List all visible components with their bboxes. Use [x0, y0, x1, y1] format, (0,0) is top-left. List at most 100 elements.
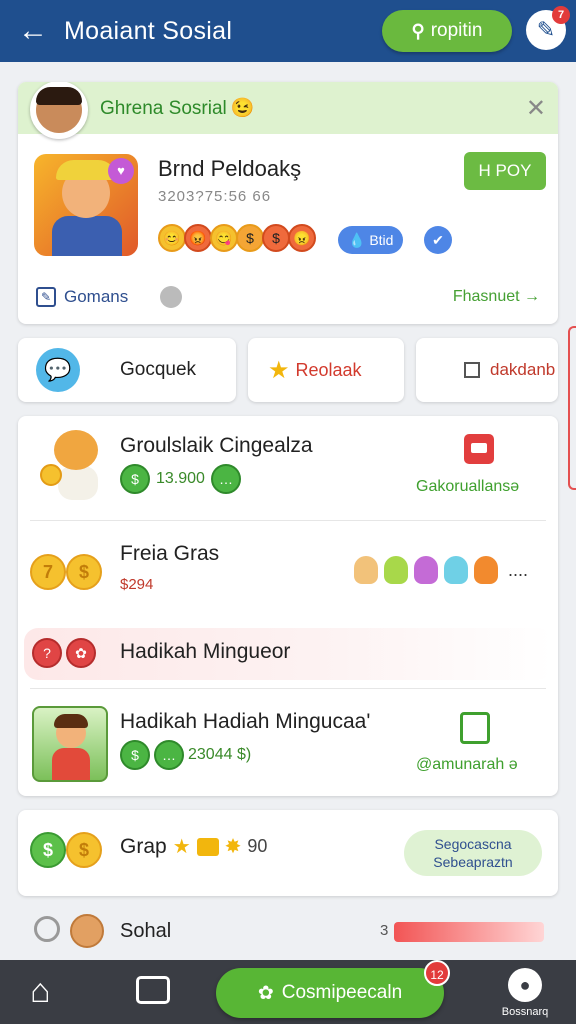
profile-header: Ghrena Sosrial 😉	[18, 82, 558, 139]
more-link[interactable]: Fhasnuet →	[453, 288, 540, 306]
home-icon[interactable]: ⌂	[30, 974, 51, 1008]
search-button-label: ropitin	[430, 20, 483, 41]
row-value: 23044 $)	[188, 746, 252, 763]
game-thumbnail[interactable]: ♥	[34, 154, 138, 256]
tab-star-label: Reolaak	[295, 359, 362, 380]
character-icon	[384, 556, 408, 584]
star-icon: ✸	[224, 836, 242, 858]
bear-character-icon	[40, 430, 104, 502]
avatar-face-icon	[36, 87, 82, 133]
money-icon: $	[120, 464, 150, 494]
search-icon: ⚲	[411, 20, 425, 41]
thumbs-up-icon[interactable]	[460, 712, 490, 744]
game-subtitle: 3203?75:56 66	[158, 188, 272, 205]
tab-star[interactable]: ★ Reolaak	[248, 338, 404, 402]
pen-icon: ✎	[536, 17, 556, 42]
row-link[interactable]: Gakoruallansə	[416, 478, 519, 496]
profile-label[interactable]: Bossnarq	[494, 1006, 556, 1018]
arrow-circle-icon[interactable]	[160, 286, 183, 308]
bottom-navigation: ⌂ ✿ Cosmipeecaln 12 ● Bossnarq	[0, 960, 576, 1024]
emoji-icon[interactable]: 😋	[210, 224, 238, 252]
banner-title: Hadikah Mingueor	[120, 640, 291, 663]
row-link[interactable]: @amunarah ə	[416, 756, 518, 774]
grap-value: 90	[247, 836, 268, 856]
search-button[interactable]: ⚲ ropitin	[382, 10, 512, 52]
profile-name: Ghrena Sosrial 😉	[100, 98, 255, 119]
row-title: Freia Gras	[120, 542, 220, 565]
verified-check-icon[interactable]: ✔	[424, 226, 452, 254]
emoji-reaction-row: 😊 😡 😋 $ $ 😠	[158, 224, 316, 252]
character-icon	[444, 556, 468, 584]
weekly-gift-banner[interactable]: ? ✿ Hadikah Mingueor	[24, 628, 552, 680]
edit-button[interactable]: ✎ 7	[526, 6, 570, 50]
back-arrow-icon[interactable]: ←	[16, 14, 50, 48]
emoji-icon[interactable]: 😠	[288, 224, 316, 252]
star-icon: ★	[172, 836, 191, 858]
emoji-icon[interactable]: $	[236, 224, 264, 252]
kid-character-thumbnail[interactable]	[32, 706, 108, 782]
character-icon	[474, 556, 498, 584]
gold-stack-icon	[196, 837, 219, 856]
row-value: $294	[120, 576, 154, 593]
profile-card: Ghrena Sosrial 😉 ✕ ♥ Brnd Peldoakş 3203?7…	[18, 82, 558, 324]
list-item[interactable]: Sohal 3	[18, 904, 558, 960]
close-icon[interactable]: ✕	[526, 94, 546, 123]
compose-button[interactable]: ✿ Cosmipeecaln 12	[216, 960, 450, 1018]
tv-icon[interactable]	[136, 976, 170, 1004]
grap-pill-button[interactable]: Segocascna Sebeapraztn	[404, 830, 542, 876]
gear-icon: ✿	[257, 982, 274, 1004]
star-icon: ★	[268, 356, 290, 384]
game-title: Brnd Peldoakş	[158, 156, 302, 181]
square-icon	[464, 362, 480, 378]
row-title: Hadikah Hadiah Mingucaa'	[120, 710, 371, 733]
avatar[interactable]	[30, 82, 88, 139]
chat-icon: …	[210, 464, 241, 494]
edit-square-icon: ✎	[36, 287, 56, 307]
heart-badge-icon: ♥	[108, 158, 134, 184]
wink-emoji-icon: 😉	[230, 98, 255, 119]
list-item[interactable]: 7 $ Freia Gras $294 ....	[18, 522, 558, 622]
profile-icon[interactable]: ●	[508, 968, 542, 1002]
grap-label: Grap	[120, 834, 167, 858]
emoji-icon[interactable]: 😡	[184, 224, 212, 252]
emoji-icon[interactable]: 😊	[158, 224, 186, 252]
red-coin-icon: ?	[32, 638, 62, 668]
progress-bar	[394, 922, 544, 942]
games-label: Gomans	[64, 287, 129, 306]
tab-chat[interactable]: 💬 Gocquek	[18, 338, 236, 402]
row-value: 13.900	[156, 470, 205, 487]
drop-pill-button[interactable]: 💧 Btid	[338, 226, 404, 254]
more-dots[interactable]: ....	[508, 560, 528, 581]
sohal-value: 3	[380, 922, 389, 939]
list-card: Groulslaik Cingealza $ 13.900 … Gakorual…	[18, 416, 558, 796]
compose-label: Cosmipeecaln	[281, 982, 403, 1003]
notification-badge: 7	[552, 6, 570, 24]
play-button[interactable]: H POY	[464, 152, 546, 190]
character-icon	[354, 556, 378, 584]
top-app-bar: ← Moaiant Sosial ⚲ ropitin ✎ 7	[0, 0, 576, 62]
games-link[interactable]: ✎ Gomans	[36, 286, 183, 308]
list-item[interactable]: Groulslaik Cingealza $ 13.900 … Gakorual…	[18, 416, 558, 520]
chat-icon: …	[154, 740, 184, 770]
red-coin-icon: ✿	[66, 638, 96, 668]
tab-chat-label: Gocquek	[120, 359, 197, 380]
row-title: Groulslaik Cingealza	[120, 434, 313, 457]
location-pin-icon	[34, 916, 60, 942]
sohal-label: Sohal	[120, 920, 172, 942]
gold-coin-icon: $	[66, 554, 102, 590]
emoji-icon[interactable]: $	[262, 224, 290, 252]
face-icon	[70, 914, 104, 948]
scroll-indicator	[568, 326, 576, 490]
gold-coin-icon: $	[66, 832, 102, 868]
tab-box-label: dakdanb	[490, 360, 556, 379]
character-icon	[414, 556, 438, 584]
page-title: Moaiant Sosial	[64, 16, 233, 45]
divider	[30, 688, 546, 689]
tab-box[interactable]: dakdanb	[416, 338, 558, 402]
gold-coin-icon: 7	[30, 554, 66, 590]
compose-badge: 12	[424, 960, 450, 986]
document-icon[interactable]	[464, 434, 494, 464]
grap-card[interactable]: $ $ Grap ★ ✸ 90 Segocascna Sebeapraztn	[18, 810, 558, 896]
divider	[30, 520, 546, 521]
character-group: ....	[354, 556, 528, 584]
